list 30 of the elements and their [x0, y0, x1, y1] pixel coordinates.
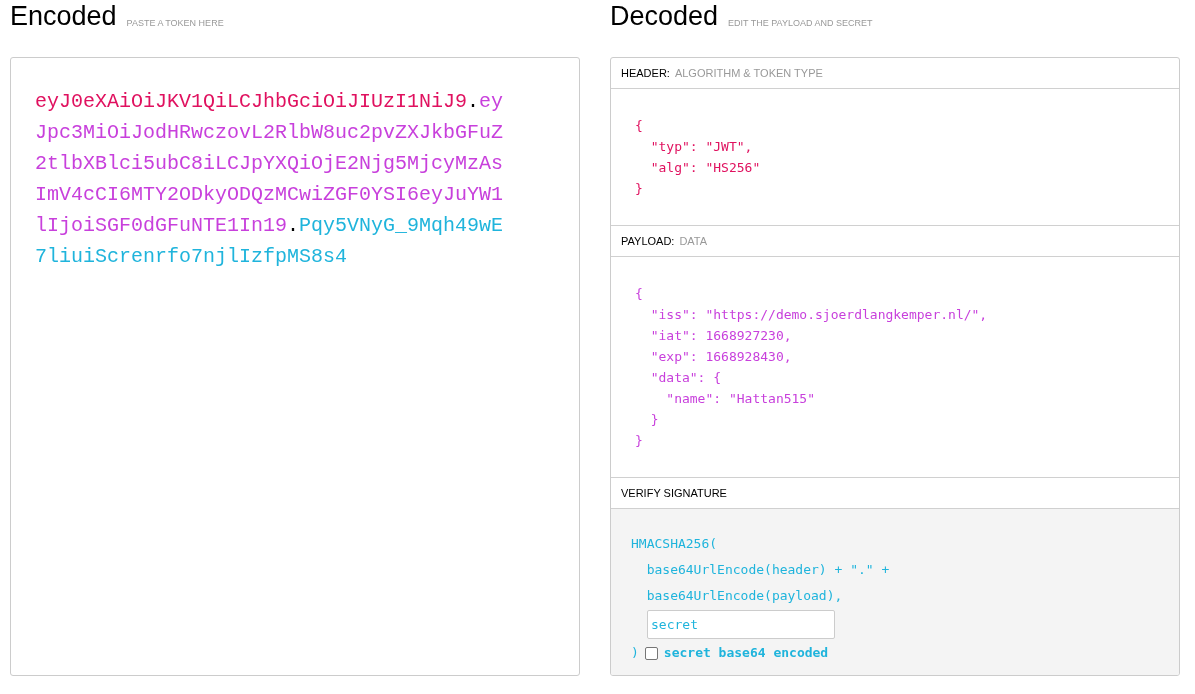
section-sublabel: ALGORITHM & TOKEN TYPE [674, 65, 823, 81]
section-label: VERIFY SIGNATURE [621, 485, 727, 501]
code-line: ) [631, 644, 639, 662]
panel-hint: PASTE A TOKEN HERE [126, 17, 224, 30]
code-line: { [635, 117, 643, 135]
code-line: HMACSHA256( [631, 535, 718, 553]
token-field[interactable] [10, 57, 580, 676]
section-sublabel: DATA [679, 233, 708, 249]
token-text: eyJ0eXAiOiJKV1QiLCJhbGciOiJIUzI1NiJ9.eyJpc3MiOiJodHRwczovL2RlbW8uc2pvZXJkbGFuZ2tlbXBlci5ubC8iLCJpYXQiOjE2Njg5MjcyMzAsImV4cCI6MTY2ODkyODQzMCwiZGF0YSI6eyJuYW1lIjoiSGF0dGFuNTE1In19.Pqy5VNyG_9Mqh49wE7liuiScrenrfo7njlIzfpMS8s4 [35, 89, 505, 270]
code-line: "typ": "JWT", [649, 138, 753, 156]
code-line: { [635, 285, 643, 303]
code-line: base64UrlEncode(header) + "." + [645, 561, 890, 579]
code-line: } [635, 432, 643, 450]
panel-title: Decoded [610, 0, 719, 33]
code-line: base64UrlEncode(payload), [645, 587, 843, 605]
code-line: "name": "Hattan515" [665, 390, 815, 408]
checkbox[interactable] [644, 646, 658, 660]
panel-hint: EDIT THE PAYLOAD AND SECRET [728, 17, 873, 30]
code-line: "exp": 1668928430, [649, 348, 792, 366]
code-line: "iss": "https://demo.sjoerdlangkemper.nl/", [649, 306, 988, 324]
section-label: HEADER: [621, 65, 670, 81]
code-line: } [649, 411, 659, 429]
code-line: "iat": 1668927230, [649, 327, 792, 345]
code-line: "data": { [649, 369, 722, 387]
panel-title: Encoded [10, 0, 117, 33]
code-line: "alg": "HS256" [649, 159, 761, 177]
section-label: PAYLOAD: [621, 233, 675, 249]
checkbox-label: secret base64 encoded [663, 644, 829, 662]
code-line: } [635, 180, 643, 198]
secret-field[interactable]: secret [647, 610, 835, 639]
